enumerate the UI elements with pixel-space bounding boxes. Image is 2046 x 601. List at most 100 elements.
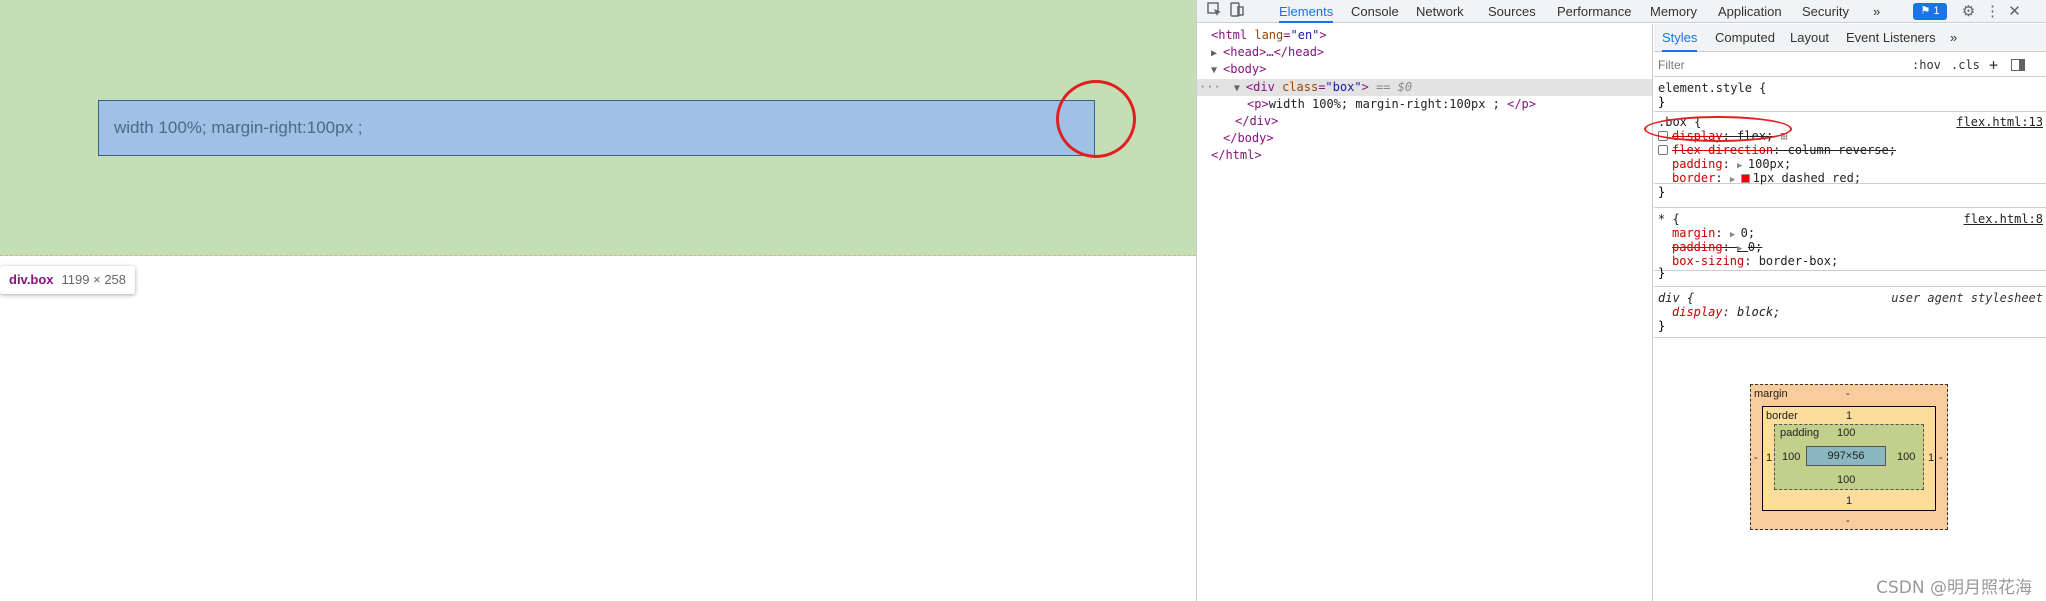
tab-elements[interactable]: Elements xyxy=(1279,0,1334,23)
toggle-sidebar-icon[interactable] xyxy=(2011,53,2025,77)
dom-node-body-close[interactable]: </body> xyxy=(1223,130,1274,147)
border-bottom-value[interactable]: 1 xyxy=(1846,495,1852,507)
tab-layout[interactable]: Layout xyxy=(1790,24,1829,52)
issues-count: 1 xyxy=(1933,5,1940,17)
class-attr: class xyxy=(1282,80,1319,94)
dom-node-body[interactable]: ▼ <body> xyxy=(1211,61,1266,78)
property-display-block: display: block; xyxy=(1672,305,1781,319)
tab-styles[interactable]: Styles xyxy=(1662,24,1698,52)
more-options-icon[interactable]: ⋮ xyxy=(1983,2,2002,21)
box-model-content[interactable]: 997×56 xyxy=(1806,446,1886,466)
property-name: display xyxy=(1672,305,1723,319)
rule-close-brace: } xyxy=(1658,319,1666,333)
dom-tree: <html lang="en"> ▶ <head>…</head> ▼ <body>… xyxy=(1197,24,1653,601)
property-name: border xyxy=(1672,171,1716,185)
cls-toggle[interactable]: .cls xyxy=(1951,53,1980,77)
tab-event-listeners[interactable]: Event Listeners xyxy=(1846,24,1936,52)
dom-node-html-close[interactable]: </html> xyxy=(1211,147,1262,164)
html-close-tag: </html> xyxy=(1211,148,1262,162)
tab-security[interactable]: Security xyxy=(1802,0,1849,23)
more-tabs-button[interactable]: » xyxy=(1873,0,1880,23)
expand-triangle-icon[interactable]: ▶ xyxy=(1737,244,1748,254)
devtools-panel: Elements Console Network Sources Perform… xyxy=(1196,0,2046,601)
dom-node-div-close[interactable]: </div> xyxy=(1235,113,1278,130)
sidebar-subtabs: Styles Computed Layout Event Listeners » xyxy=(1654,24,2046,52)
selected-node-marker: == $0 xyxy=(1368,80,1413,94)
property-padding[interactable]: padding: ▶ 100px; xyxy=(1672,157,1791,171)
class-value: "box" xyxy=(1325,80,1362,94)
tab-performance[interactable]: Performance xyxy=(1557,0,1631,23)
dom-node-div-box[interactable]: ··· ▼ <div class="box"> == $0 xyxy=(1199,79,1412,96)
styles-filter-input[interactable] xyxy=(1658,56,1888,74)
property-name: box-sizing xyxy=(1672,254,1745,268)
collapse-triangle-icon[interactable]: ▼ xyxy=(1234,80,1246,97)
div-tag: <div xyxy=(1245,80,1275,94)
tab-memory[interactable]: Memory xyxy=(1650,0,1697,23)
box-model-border[interactable]: border 1 1 1 1 padding 100 100 100 100 9… xyxy=(1762,406,1936,511)
watermark: CSDN @明月照花海 xyxy=(1876,578,2032,598)
padding-bottom-value[interactable]: 100 xyxy=(1837,474,1855,486)
property-border[interactable]: border: ▶ 1px dashed red; xyxy=(1672,171,1861,185)
padding-left-value[interactable]: 100 xyxy=(1782,451,1800,463)
margin-left-value[interactable]: - xyxy=(1754,452,1758,464)
tooltip-arrow xyxy=(12,258,28,266)
box-model-margin[interactable]: margin - - - - border 1 1 1 1 padding 10… xyxy=(1750,384,1948,530)
p-text-node: width 100%; margin-right:100px ; xyxy=(1268,97,1508,111)
more-subtabs-button[interactable]: » xyxy=(1950,24,1957,52)
universal-source-link[interactable]: flex.html:8 xyxy=(1964,212,2043,226)
tab-console[interactable]: Console xyxy=(1351,0,1399,23)
property-flex-direction[interactable]: flex-direction: column-reverse; xyxy=(1658,143,1896,157)
flex-direction-checkbox[interactable] xyxy=(1658,145,1668,155)
device-toolbar-icon[interactable] xyxy=(1227,2,1246,21)
tab-network[interactable]: Network xyxy=(1416,0,1464,23)
padding-right-value[interactable]: 100 xyxy=(1897,451,1915,463)
rule-div-user-agent: div { user agent stylesheet display: blo… xyxy=(1654,288,2046,338)
dom-node-head[interactable]: ▶ <head>…</head> xyxy=(1211,44,1324,61)
p-close-tag: </p> xyxy=(1507,97,1537,111)
close-icon[interactable]: ✕ xyxy=(2005,2,2024,21)
rule-close-brace: } xyxy=(1658,185,1666,199)
settings-gear-icon[interactable]: ⚙ xyxy=(1959,2,1978,21)
padding-top-value[interactable]: 100 xyxy=(1837,427,1855,439)
html-tag-end: > xyxy=(1319,28,1327,42)
tab-sources[interactable]: Sources xyxy=(1488,0,1536,23)
rule-element-style: element.style { } xyxy=(1654,78,2046,112)
hov-toggle[interactable]: :hov xyxy=(1912,53,1941,77)
expand-triangle-icon[interactable]: ▶ xyxy=(1211,45,1223,62)
border-right-value[interactable]: 1 xyxy=(1928,452,1934,464)
node-actions-ellipsis[interactable]: ··· xyxy=(1199,80,1221,94)
p-tag: <p> xyxy=(1247,97,1269,111)
user-agent-stylesheet-label: user agent stylesheet xyxy=(1891,291,2043,305)
property-padding-overridden[interactable]: padding: ▶ 0; xyxy=(1672,240,1762,254)
tab-computed[interactable]: Computed xyxy=(1715,24,1775,52)
property-value: column-reverse xyxy=(1787,143,1889,157)
dom-node-html[interactable]: <html lang="en"> xyxy=(1211,27,1327,44)
dom-node-p[interactable]: <p>width 100%; margin-right:100px ; </p> xyxy=(1247,96,1536,113)
new-rule-plus-icon[interactable]: + xyxy=(1989,53,1998,77)
expand-triangle-icon[interactable]: ▶ xyxy=(1737,161,1748,171)
margin-bottom-value[interactable]: - xyxy=(1846,515,1850,527)
issues-icon: ⚑ xyxy=(1920,5,1934,17)
rule-box-close: } xyxy=(1654,184,2046,208)
property-box-sizing[interactable]: box-sizing: border-box; xyxy=(1672,254,1838,268)
red-color-swatch[interactable] xyxy=(1740,174,1750,183)
expand-triangle-icon[interactable]: ▶ xyxy=(1730,230,1741,240)
tab-application[interactable]: Application xyxy=(1718,0,1782,23)
element-style-selector: element.style { xyxy=(1658,81,1767,95)
margin-top-value[interactable]: - xyxy=(1846,388,1850,400)
collapse-triangle-icon[interactable]: ▼ xyxy=(1211,62,1223,79)
issues-badge[interactable]: ⚑ 1 xyxy=(1913,3,1947,20)
property-margin[interactable]: margin: ▶ 0; xyxy=(1672,226,1755,240)
page-viewport: width 100%; margin-right:100px ; div.box… xyxy=(0,0,1196,601)
inspect-element-icon[interactable] xyxy=(1205,2,1224,21)
box-source-link[interactable]: flex.html:13 xyxy=(1956,115,2043,129)
border-left-value[interactable]: 1 xyxy=(1766,452,1772,464)
tooltip-element-name: div.box xyxy=(9,272,54,287)
property-name: padding xyxy=(1672,240,1723,254)
rule-universal: * { flex.html:8 margin: ▶ 0; padding: ▶ … xyxy=(1654,209,2046,271)
property-value: 100px xyxy=(1747,157,1784,171)
margin-right-value[interactable]: - xyxy=(1939,452,1943,464)
rule-universal-close: } xyxy=(1654,266,2046,287)
box-model-padding[interactable]: padding 100 100 100 100 997×56 xyxy=(1774,424,1924,490)
border-top-value[interactable]: 1 xyxy=(1846,410,1852,422)
